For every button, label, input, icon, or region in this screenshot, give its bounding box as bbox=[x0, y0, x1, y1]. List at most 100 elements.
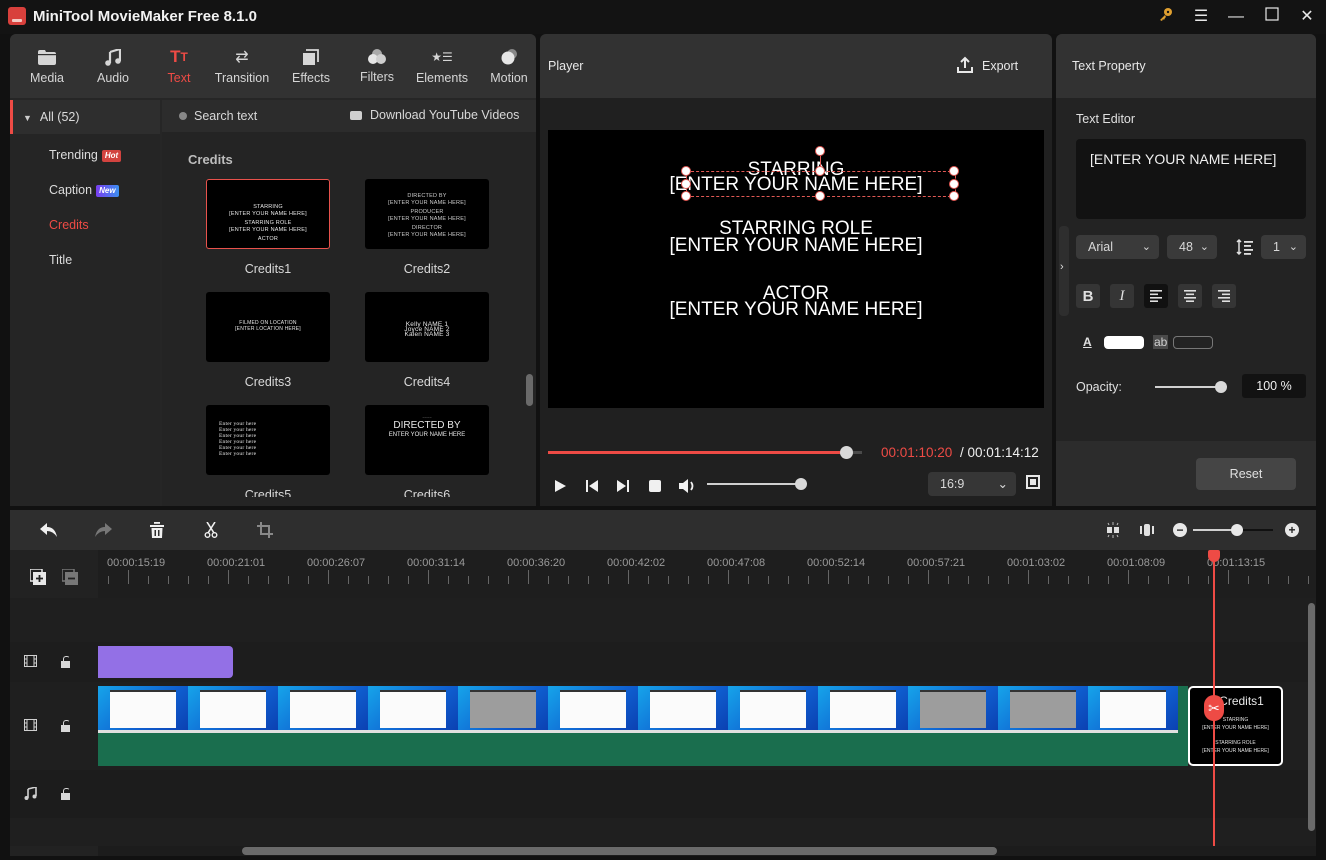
ruler-label: 00:00:26:07 bbox=[307, 557, 366, 569]
remove-track-button[interactable] bbox=[61, 568, 78, 588]
category-title[interactable]: Title bbox=[10, 243, 160, 277]
timeline-zoom-slider[interactable] bbox=[1193, 524, 1273, 536]
player-panel: Player Export STARRING [ENTER YOUR NAME … bbox=[540, 34, 1052, 506]
opacity-slider[interactable] bbox=[1155, 381, 1227, 393]
previous-frame-button[interactable] bbox=[583, 477, 601, 495]
ruler-tick bbox=[908, 576, 909, 584]
line-spacing-select[interactable]: 1 ⌄ bbox=[1261, 235, 1306, 259]
empty-track-row bbox=[10, 598, 1316, 642]
collapse-panel-button[interactable]: › bbox=[1059, 226, 1069, 316]
volume-slider[interactable] bbox=[707, 478, 807, 490]
template-thumbnail-credits2[interactable]: DIRECTED BY [ENTER YOUR NAME HERE] PRODU… bbox=[365, 179, 489, 249]
resize-handle[interactable] bbox=[949, 179, 959, 189]
bold-button[interactable]: B bbox=[1076, 284, 1100, 308]
play-icon bbox=[555, 480, 566, 492]
delete-button[interactable] bbox=[147, 520, 167, 540]
resize-handle[interactable] bbox=[681, 191, 691, 201]
timeline-toolbar: − + bbox=[10, 510, 1316, 550]
crop-button[interactable] bbox=[255, 520, 275, 540]
motion-icon bbox=[476, 47, 542, 67]
tab-filters[interactable]: Filters bbox=[344, 34, 410, 98]
lock-icon[interactable] bbox=[61, 720, 71, 732]
resize-handle[interactable] bbox=[949, 191, 959, 201]
next-frame-button[interactable] bbox=[614, 477, 632, 495]
text-clip-credits1[interactable]: Credits1 STARRING [ENTER YOUR NAME HERE]… bbox=[1188, 686, 1283, 766]
volume-thumb[interactable] bbox=[795, 478, 807, 490]
align-center-button[interactable] bbox=[1178, 284, 1202, 308]
ruler-tick bbox=[968, 576, 969, 584]
category-trending[interactable]: Trending Hot bbox=[10, 138, 160, 172]
zoom-thumb[interactable] bbox=[1231, 524, 1243, 536]
timeline-horizontal-scrollbar[interactable] bbox=[242, 847, 997, 855]
snap-button[interactable] bbox=[1103, 520, 1123, 540]
zoom-in-button[interactable]: + bbox=[1285, 523, 1299, 537]
video-clip[interactable] bbox=[98, 686, 1188, 766]
element-clip[interactable] bbox=[98, 646, 233, 678]
playback-progress-slider[interactable] bbox=[548, 446, 862, 459]
text-color-picker[interactable] bbox=[1104, 336, 1144, 349]
volume-button[interactable] bbox=[678, 477, 696, 495]
rotate-handle[interactable] bbox=[815, 146, 825, 156]
resize-handle[interactable] bbox=[681, 179, 691, 189]
video-preview[interactable]: STARRING [ENTER YOUR NAME HERE] STARRING… bbox=[548, 130, 1044, 408]
key-icon[interactable] bbox=[1154, 6, 1178, 28]
tab-motion[interactable]: Motion bbox=[476, 34, 542, 98]
template-thumbnail-credits3[interactable]: FILMED ON LOCATION [ENTER LOCATION HERE] bbox=[206, 292, 330, 362]
stop-button[interactable] bbox=[646, 477, 664, 495]
opacity-input[interactable]: 100 % bbox=[1242, 374, 1306, 398]
tab-transition[interactable]: ⇄ Transition bbox=[209, 34, 275, 98]
minimize-icon[interactable]: — bbox=[1224, 6, 1248, 28]
zoom-out-button[interactable]: − bbox=[1173, 523, 1187, 537]
tab-elements[interactable]: ★☰ Elements bbox=[409, 34, 475, 98]
fullscreen-button[interactable] bbox=[1026, 475, 1040, 489]
align-right-button[interactable] bbox=[1212, 284, 1236, 308]
resize-handle[interactable] bbox=[815, 191, 825, 201]
tab-text[interactable]: TT Text bbox=[146, 34, 212, 98]
tab-effects[interactable]: Effects bbox=[278, 34, 344, 98]
menu-icon[interactable]: ☰ bbox=[1189, 6, 1213, 28]
template-thumbnail-credits1[interactable]: STARRING [ENTER YOUR NAME HERE] STARRING… bbox=[206, 179, 330, 249]
category-all[interactable]: ▼ All (52) bbox=[10, 100, 160, 134]
download-youtube-button[interactable]: Download YouTube Videos bbox=[370, 108, 519, 122]
background-color-picker[interactable] bbox=[1173, 336, 1213, 349]
lock-icon[interactable] bbox=[61, 788, 71, 800]
play-button[interactable] bbox=[551, 477, 569, 495]
resize-handle[interactable] bbox=[949, 166, 959, 176]
font-size-select[interactable]: 48 ⌄ bbox=[1167, 235, 1217, 259]
redo-button[interactable] bbox=[93, 520, 113, 540]
category-credits[interactable]: Credits bbox=[10, 208, 160, 242]
resize-handle[interactable] bbox=[681, 166, 691, 176]
aspect-ratio-select[interactable]: 16:9 ⌄ bbox=[928, 472, 1016, 496]
lock-icon[interactable] bbox=[61, 656, 71, 668]
timeline-vertical-scrollbar[interactable] bbox=[1308, 603, 1315, 831]
tab-audio[interactable]: Audio bbox=[80, 34, 146, 98]
playhead-handle[interactable] bbox=[1208, 550, 1220, 562]
fit-timeline-button[interactable] bbox=[1137, 520, 1157, 540]
font-family-select[interactable]: Arial ⌄ bbox=[1076, 235, 1159, 259]
template-thumbnail-credits6[interactable]: ~~~~ DIRECTED BY ENTER YOUR NAME HERE bbox=[365, 405, 489, 475]
reset-button[interactable]: Reset bbox=[1196, 458, 1296, 490]
opacity-thumb[interactable] bbox=[1215, 381, 1227, 393]
close-icon[interactable]: ✕ bbox=[1295, 6, 1319, 28]
split-at-playhead-button[interactable]: ✂ bbox=[1204, 695, 1224, 721]
progress-thumb[interactable] bbox=[839, 446, 853, 459]
maximize-icon[interactable] bbox=[1260, 6, 1284, 28]
search-input[interactable]: Search text bbox=[194, 109, 257, 123]
italic-button[interactable]: I bbox=[1110, 284, 1134, 308]
split-button[interactable] bbox=[201, 520, 221, 540]
category-caption[interactable]: Caption New bbox=[10, 173, 160, 207]
video-frame-thumbnail bbox=[908, 686, 998, 733]
text-editor-input[interactable]: [ENTER YOUR NAME HERE] bbox=[1076, 139, 1306, 219]
resize-handle[interactable] bbox=[815, 166, 825, 176]
add-track-button[interactable] bbox=[29, 568, 46, 588]
template-thumbnail-credits4[interactable]: Kelly NAME 1 Joyce NAME 2 Kalen NAME 3 bbox=[365, 292, 489, 362]
player-header: Player Export bbox=[540, 34, 1052, 98]
align-right-icon bbox=[1218, 290, 1230, 302]
tab-media[interactable]: Media bbox=[14, 34, 80, 98]
align-left-button[interactable] bbox=[1144, 284, 1168, 308]
template-thumbnail-credits5[interactable]: Enter your here Enter your here Enter yo… bbox=[206, 405, 330, 475]
library-scrollbar[interactable] bbox=[526, 374, 533, 406]
undo-button[interactable] bbox=[39, 520, 59, 540]
text-icon: TT bbox=[170, 47, 188, 66]
timeline-ruler[interactable]: 00:00:15:19 00:00:21:01 00:00:26:07 00:00:3… bbox=[98, 550, 1316, 598]
